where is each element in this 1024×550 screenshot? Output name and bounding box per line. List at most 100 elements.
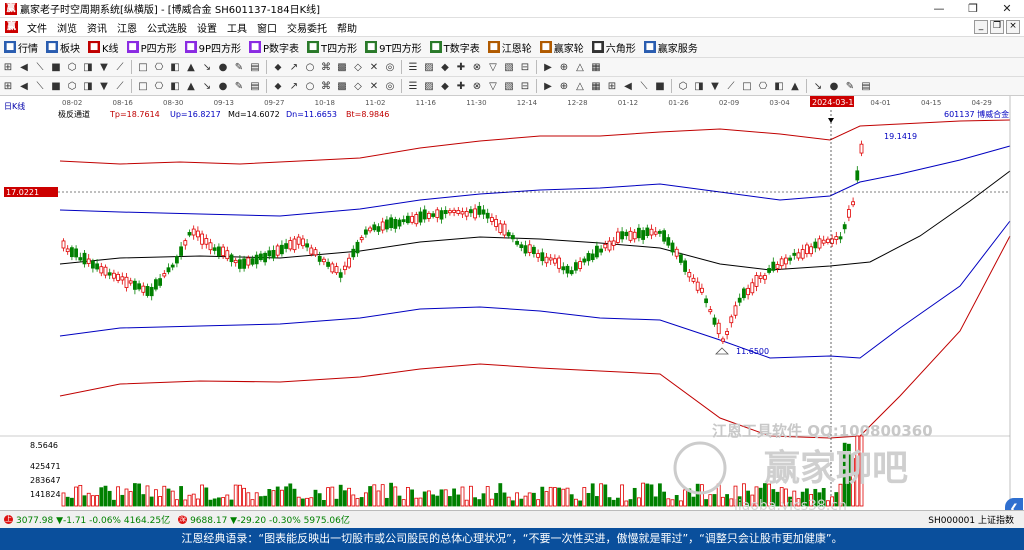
misc-tool-50-icon[interactable]: ✎ [843, 79, 857, 93]
misc-tool-46-icon[interactable]: ◧ [772, 79, 786, 93]
kline-chart-area[interactable]: 08-02 08-16 08-30 09-13 09-27 10-18 11-02 11-16… [0, 96, 1024, 520]
misc-tool-36-icon[interactable]: ⊞ [605, 79, 619, 93]
draw-tool-13-icon[interactable]: ● [216, 60, 230, 74]
misc-tool-51-icon[interactable]: ▤ [859, 79, 873, 93]
draw-tool-28-icon[interactable]: ⊗ [470, 60, 484, 74]
draw-tool-10-icon[interactable]: ◧ [168, 60, 182, 74]
misc-tool-9-icon[interactable]: ⎔ [152, 79, 166, 93]
mdi-close-button[interactable]: × [1006, 20, 1020, 34]
misc-tool-24-icon[interactable]: ☰ [406, 79, 420, 93]
menu-info[interactable]: 资讯 [82, 20, 112, 35]
toolbar-9p-square-button[interactable]: ■ 9P四方形 [181, 40, 245, 55]
misc-tool-34-icon[interactable]: △ [573, 79, 587, 93]
misc-tool-33-icon[interactable]: ⊕ [557, 79, 571, 93]
draw-tool-12-icon[interactable]: ↘ [200, 60, 214, 74]
draw-tool-0-icon[interactable]: ⊞ [1, 60, 15, 74]
misc-tool-6-icon[interactable]: ▼ [97, 79, 111, 93]
draw-tool-8-icon[interactable]: □ [136, 60, 150, 74]
misc-tool-32-icon[interactable]: ▶ [541, 79, 555, 93]
misc-tool-25-icon[interactable]: ▨ [422, 79, 436, 93]
draw-tool-24-icon[interactable]: ☰ [406, 60, 420, 74]
draw-tool-6-icon[interactable]: ▼ [97, 60, 111, 74]
menu-settings[interactable]: 设置 [192, 20, 222, 35]
draw-tool-25-icon[interactable]: ▨ [422, 60, 436, 74]
misc-tool-15-icon[interactable]: ▤ [248, 79, 262, 93]
misc-tool-4-icon[interactable]: ⬡ [65, 79, 79, 93]
toolbar-p-table-button[interactable]: ■ P数字表 [245, 40, 303, 55]
misc-tool-47-icon[interactable]: ▲ [788, 79, 802, 93]
toolbar-service-button[interactable]: ■ 赢家服务 [640, 40, 702, 55]
draw-tool-26-icon[interactable]: ◆ [438, 60, 452, 74]
mdi-minimize-button[interactable]: _ [974, 20, 988, 34]
misc-tool-0-icon[interactable]: ⊞ [1, 79, 15, 93]
toolbar-winner-wheel-button[interactable]: ■ 赢家轮 [536, 40, 588, 55]
misc-tool-1-icon[interactable]: ◀ [17, 79, 31, 93]
draw-tool-16-icon[interactable]: ⬥ [271, 60, 285, 74]
menu-tools[interactable]: 工具 [222, 20, 252, 35]
misc-tool-30-icon[interactable]: ▧ [502, 79, 516, 93]
draw-tool-19-icon[interactable]: ⌘ [319, 60, 333, 74]
draw-tool-30-icon[interactable]: ▧ [502, 60, 516, 74]
sh-index[interactable]: 上 3077.98 ▼-1.71 -0.06% 4164.25亿 [4, 513, 170, 526]
draw-tool-34-icon[interactable]: △ [573, 60, 587, 74]
maximize-button[interactable]: ❐ [956, 0, 990, 17]
minimize-button[interactable]: — [922, 0, 956, 17]
misc-tool-44-icon[interactable]: □ [740, 79, 754, 93]
draw-tool-14-icon[interactable]: ✎ [232, 60, 246, 74]
misc-tool-17-icon[interactable]: ↗ [287, 79, 301, 93]
misc-tool-29-icon[interactable]: ▽ [486, 79, 500, 93]
misc-tool-35-icon[interactable]: ▦ [589, 79, 603, 93]
draw-tool-23-icon[interactable]: ◎ [383, 60, 397, 74]
misc-tool-8-icon[interactable]: □ [136, 79, 150, 93]
misc-tool-48-icon[interactable]: ↘ [811, 79, 825, 93]
toolbar-grid-button[interactable]: ■ 行情 [0, 40, 42, 55]
menu-trade[interactable]: 交易委托 [282, 20, 332, 35]
toolbar-kline-button[interactable]: ■ K线 [84, 40, 123, 55]
toolbar-t-table-button[interactable]: ■ T数字表 [426, 40, 484, 55]
misc-tool-16-icon[interactable]: ⬥ [271, 79, 285, 93]
misc-tool-21-icon[interactable]: ◇ [351, 79, 365, 93]
draw-tool-33-icon[interactable]: ⊕ [557, 60, 571, 74]
misc-tool-11-icon[interactable]: ▲ [184, 79, 198, 93]
draw-tool-5-icon[interactable]: ◨ [81, 60, 95, 74]
draw-tool-2-icon[interactable]: ⟍ [33, 60, 47, 74]
misc-tool-40-icon[interactable]: ⬡ [676, 79, 690, 93]
misc-tool-23-icon[interactable]: ◎ [383, 79, 397, 93]
misc-tool-41-icon[interactable]: ◨ [692, 79, 706, 93]
draw-tool-3-icon[interactable]: ■ [49, 60, 63, 74]
menu-window[interactable]: 窗口 [252, 20, 282, 35]
misc-tool-7-icon[interactable]: ⟋ [113, 79, 127, 93]
draw-tool-35-icon[interactable]: ▦ [589, 60, 603, 74]
menu-browse[interactable]: 浏览 [52, 20, 82, 35]
draw-tool-31-icon[interactable]: ⊟ [518, 60, 532, 74]
toolbar-t-square-button[interactable]: ■ T四方形 [303, 40, 361, 55]
misc-tool-14-icon[interactable]: ✎ [232, 79, 246, 93]
toolbar-gann-wheel-button[interactable]: ■ 江恩轮 [484, 40, 536, 55]
misc-tool-38-icon[interactable]: ⟍ [637, 79, 651, 93]
misc-tool-37-icon[interactable]: ◀ [621, 79, 635, 93]
menu-formula[interactable]: 公式选股 [142, 20, 192, 35]
misc-tool-27-icon[interactable]: ✚ [454, 79, 468, 93]
misc-tool-43-icon[interactable]: ⟋ [724, 79, 738, 93]
draw-tool-21-icon[interactable]: ◇ [351, 60, 365, 74]
menu-file[interactable]: 文件 [22, 20, 52, 35]
draw-tool-22-icon[interactable]: ✕ [367, 60, 381, 74]
mdi-restore-button[interactable]: ❐ [990, 20, 1004, 34]
draw-tool-27-icon[interactable]: ✚ [454, 60, 468, 74]
close-button[interactable]: ✕ [990, 0, 1024, 17]
misc-tool-28-icon[interactable]: ⊗ [470, 79, 484, 93]
misc-tool-18-icon[interactable]: ○ [303, 79, 317, 93]
misc-tool-13-icon[interactable]: ● [216, 79, 230, 93]
index-code-label[interactable]: SH000001 上证指数 [928, 513, 1014, 526]
menu-gann[interactable]: 江恩 [112, 20, 142, 35]
toolbar-hexagon-button[interactable]: ■ 六角形 [588, 40, 640, 55]
draw-tool-1-icon[interactable]: ◀ [17, 60, 31, 74]
draw-tool-29-icon[interactable]: ▽ [486, 60, 500, 74]
misc-tool-42-icon[interactable]: ▼ [708, 79, 722, 93]
draw-tool-18-icon[interactable]: ○ [303, 60, 317, 74]
misc-tool-26-icon[interactable]: ◆ [438, 79, 452, 93]
misc-tool-49-icon[interactable]: ● [827, 79, 841, 93]
draw-tool-20-icon[interactable]: ▩ [335, 60, 349, 74]
draw-tool-15-icon[interactable]: ▤ [248, 60, 262, 74]
misc-tool-20-icon[interactable]: ▩ [335, 79, 349, 93]
